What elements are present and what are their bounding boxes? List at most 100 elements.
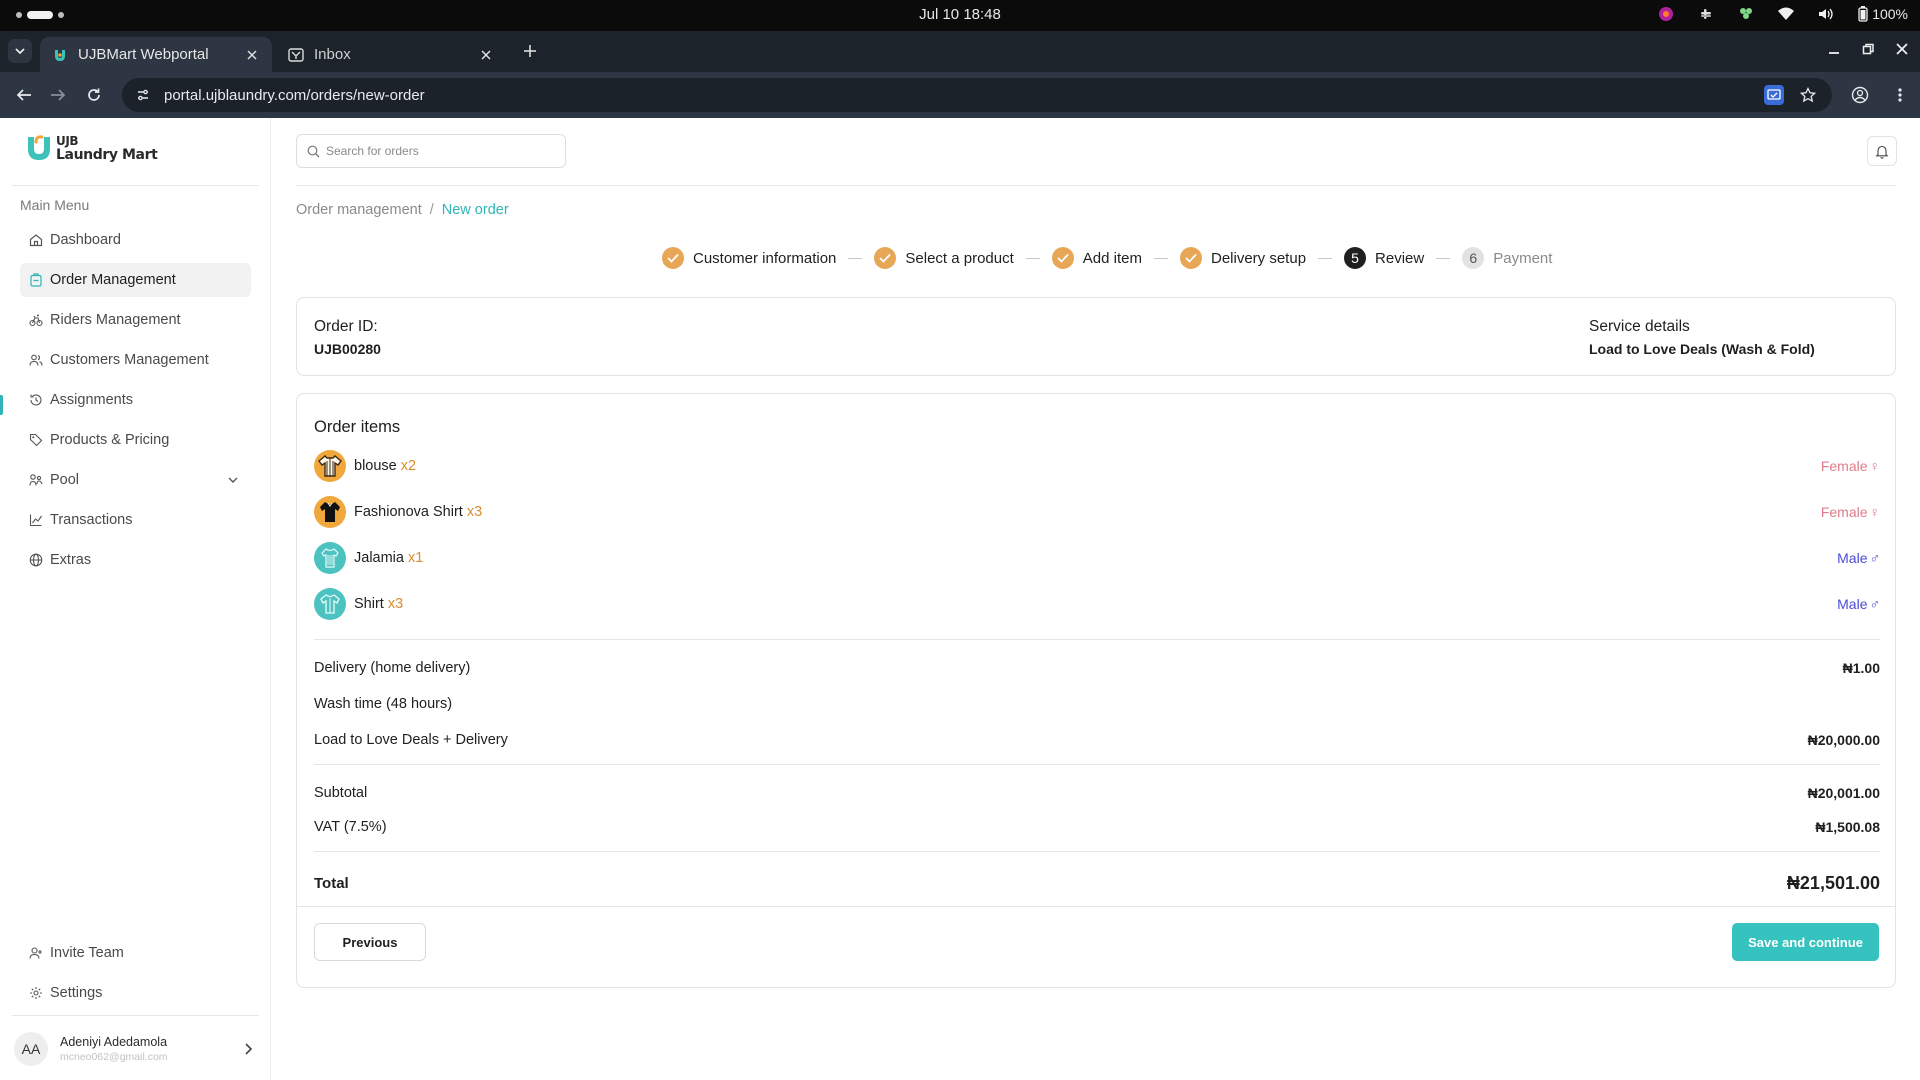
close-icon[interactable]	[244, 47, 260, 63]
site-settings-icon[interactable]	[132, 84, 154, 106]
gender-label: Male	[1837, 596, 1868, 612]
sidebar-item-transactions[interactable]: Transactions	[20, 503, 251, 537]
wifi-icon[interactable]	[1777, 5, 1795, 23]
line-amount: ₦20,001.00	[1807, 785, 1880, 801]
previous-button[interactable]: Previous	[314, 923, 426, 961]
step-label: Customer information	[693, 249, 837, 267]
tab-title: Inbox	[314, 46, 351, 63]
blouse-icon	[314, 450, 346, 482]
line-amount: ₦1.00	[1842, 660, 1880, 676]
sidebar-item-riders-management[interactable]: Riders Management	[20, 303, 251, 337]
close-icon[interactable]	[478, 47, 494, 63]
avatar: AA	[14, 1032, 48, 1066]
os-top-bar: Jul 10 18:48 100%	[0, 0, 1920, 31]
brand-logo[interactable]: UJB Laundry Mart	[26, 134, 158, 162]
line-label: VAT (7.5%)	[314, 819, 387, 835]
ujbmart-favicon-icon	[52, 47, 68, 63]
check-icon	[874, 247, 897, 269]
sidebar-item-extras[interactable]: Extras	[20, 543, 251, 577]
sidebar-item-products-pricing[interactable]: Products & Pricing	[20, 423, 251, 457]
sidebar-item-assignments[interactable]: Assignments	[20, 383, 251, 417]
kebab-menu-icon[interactable]	[1890, 85, 1910, 105]
slack-icon[interactable]	[1697, 5, 1715, 23]
system-tray[interactable]: 100%	[1657, 5, 1908, 23]
sidebar-item-order-management[interactable]: Order Management	[20, 263, 251, 297]
item-quantity: x2	[400, 458, 417, 474]
volume-icon[interactable]	[1817, 5, 1835, 23]
step-connector	[1318, 257, 1333, 259]
order-items-title: Order items	[314, 418, 401, 436]
total-row: Total ₦21,501.00	[314, 873, 1880, 894]
line-label: Subtotal	[314, 785, 368, 801]
os-clock[interactable]: Jul 10 18:48	[0, 6, 1920, 23]
step-add-item[interactable]: Add item	[1051, 247, 1142, 269]
pool-icon	[28, 472, 44, 488]
service-details-label: Service details	[1589, 318, 1690, 335]
step-label: Add item	[1082, 249, 1142, 267]
breadcrumb-root-link[interactable]: Order management	[296, 202, 422, 218]
vat-row: VAT (7.5%) ₦1,500.08	[314, 819, 1880, 835]
sidebar-item-invite-team[interactable]: Invite Team	[28, 936, 124, 970]
order-stepper: Customer information Select a product Ad…	[662, 246, 1552, 270]
step-customer-information[interactable]: Customer information	[662, 247, 836, 269]
user-profile[interactable]: AA Adeniyi Adedamola mcneo062@gmail.com	[14, 1028, 257, 1070]
tab-ujbmart[interactable]: UJBMart Webportal	[40, 37, 272, 72]
url-text[interactable]: portal.ujblaundry.com/orders/new-order	[164, 87, 1764, 104]
step-number: 6	[1462, 247, 1485, 269]
tab-search-button[interactable]	[8, 39, 32, 63]
delivery-charge-row: Delivery (home delivery) ₦1.00	[314, 660, 1880, 676]
bell-icon	[1875, 145, 1889, 159]
sidebar-item-label: Riders Management	[50, 312, 181, 328]
bike-icon	[28, 312, 44, 328]
breadcrumb: Order management / New order	[296, 202, 509, 218]
step-connector	[1025, 257, 1040, 259]
step-payment[interactable]: 6 Payment	[1462, 247, 1552, 269]
step-number: 5	[1344, 247, 1367, 269]
tab-inbox[interactable]: Inbox	[276, 37, 506, 72]
minimize-icon[interactable]	[1826, 41, 1842, 57]
line-label: Delivery (home delivery)	[314, 660, 471, 676]
forward-arrow-icon[interactable]	[48, 85, 68, 105]
step-connector	[1436, 257, 1451, 259]
search-box[interactable]	[296, 134, 566, 168]
garment-icon	[314, 542, 346, 574]
step-review[interactable]: 5 Review	[1344, 247, 1424, 269]
sidebar-item-settings[interactable]: Settings	[28, 976, 124, 1010]
step-label: Delivery setup	[1211, 249, 1307, 267]
step-select-product[interactable]: Select a product	[874, 247, 1014, 269]
close-window-icon[interactable]	[1894, 41, 1910, 57]
clover-icon[interactable]	[1737, 5, 1755, 23]
gender-badge: Female ♀	[1821, 504, 1880, 520]
check-icon	[1051, 247, 1074, 269]
restore-icon[interactable]	[1860, 41, 1876, 57]
sidebar-item-pool[interactable]: Pool	[20, 463, 251, 497]
line-label: Load to Love Deals + Delivery	[314, 732, 508, 748]
chevron-down-icon[interactable]	[225, 472, 241, 488]
item-quantity: x3	[466, 504, 483, 520]
battery-indicator[interactable]: 100%	[1857, 6, 1908, 22]
reload-icon[interactable]	[84, 85, 104, 105]
notifications-button[interactable]	[1867, 136, 1897, 166]
address-bar[interactable]: portal.ujblaundry.com/orders/new-order	[122, 78, 1832, 112]
profile-icon[interactable]	[1850, 85, 1870, 105]
chevron-right-icon[interactable]	[241, 1041, 257, 1057]
app-indicator-icon[interactable]	[1657, 5, 1675, 23]
browser-toolbar: portal.ujblaundry.com/orders/new-order	[0, 72, 1920, 118]
user-email: mcneo062@gmail.com	[60, 1051, 168, 1063]
bookmark-star-icon[interactable]	[1798, 85, 1818, 105]
item-name: blouse	[354, 458, 397, 474]
step-delivery-setup[interactable]: Delivery setup	[1180, 247, 1306, 269]
cast-icon[interactable]	[1764, 85, 1784, 105]
search-input[interactable]	[326, 144, 546, 158]
sidebar-item-label: Products & Pricing	[50, 432, 170, 448]
total-label: Total	[314, 875, 349, 892]
sidebar-item-customers-management[interactable]: Customers Management	[20, 343, 251, 377]
new-tab-button[interactable]	[520, 41, 540, 61]
save-and-continue-button[interactable]: Save and continue	[1732, 923, 1879, 961]
browser-tabstrip: UJBMart Webportal Inbox	[0, 31, 1920, 72]
sidebar-item-dashboard[interactable]: Dashboard	[20, 223, 251, 257]
battery-percent: 100%	[1872, 6, 1908, 22]
wash-time-row: Wash time (48 hours)	[314, 696, 1880, 712]
back-arrow-icon[interactable]	[14, 85, 34, 105]
order-summary-card: Order ID: UJB00280 Service details Load …	[296, 297, 1896, 376]
